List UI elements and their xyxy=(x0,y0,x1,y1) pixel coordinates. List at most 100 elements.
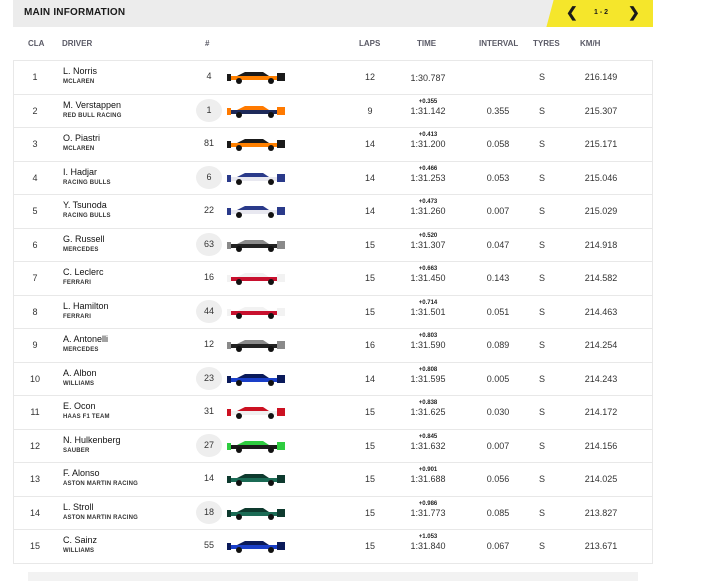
time-cell: +0.413 1:31.200 xyxy=(399,132,457,149)
table-row[interactable]: 14 L. Stroll ASTON MARTIN RACING 18 15 +0.986… xyxy=(14,495,652,530)
car-number: 22 xyxy=(203,205,214,215)
car-icon xyxy=(227,340,285,352)
gap-value: +0.413 xyxy=(418,132,438,138)
team-name: MERCEDES xyxy=(63,246,99,253)
driver-cell[interactable]: L. Hamilton FERRARI xyxy=(63,301,109,320)
table-row[interactable]: 8 L. Hamilton FERRARI 44 15 +0.714 1:31.501 0.0… xyxy=(14,294,652,329)
interval: 0.030 xyxy=(486,407,510,417)
chevron-right-icon[interactable]: ❯ xyxy=(628,4,640,21)
driver-cell[interactable]: N. Hulkenberg SAUBER xyxy=(63,435,121,454)
col-number: # xyxy=(205,39,210,48)
table-row[interactable]: 7 C. Leclerc FERRARI 16 15 +0.663 1:31.450 0.14… xyxy=(14,261,652,295)
driver-cell[interactable]: C. Sainz WILLIAMS xyxy=(63,535,97,554)
car-icon xyxy=(227,105,285,118)
results-table: 1 L. Norris MCLAREN 4 12 1:30.787 S 216.149 2 M. … xyxy=(13,60,653,564)
driver-cell[interactable]: E. Ocon HAAS F1 TEAM xyxy=(63,401,110,420)
position: 3 xyxy=(32,139,38,149)
tyre-compound: S xyxy=(538,139,545,149)
car-icon xyxy=(227,440,285,453)
driver-cell[interactable]: F. Alonso ASTON MARTIN RACING xyxy=(63,468,138,487)
interval: 0.007 xyxy=(486,206,510,216)
tyre-compound: S xyxy=(538,541,545,551)
col-kmh: KM/H xyxy=(580,39,601,48)
car-icon xyxy=(227,206,285,218)
tyre-compound: S xyxy=(538,340,545,350)
table-row[interactable]: 10 A. Albon WILLIAMS 23 14 +0.808 1:31.595 0.00… xyxy=(14,361,652,396)
driver-name: E. Ocon xyxy=(63,401,96,411)
car-number: 23 xyxy=(196,366,222,390)
car-icon xyxy=(227,72,285,84)
driver-cell[interactable]: L. Stroll ASTON MARTIN RACING xyxy=(63,502,138,521)
pager-label: 1 - 2 xyxy=(594,9,609,16)
car-number: 4 xyxy=(206,71,212,81)
tyre-compound: S xyxy=(538,105,545,116)
driver-cell[interactable]: M. Verstappen RED BULL RACING xyxy=(63,100,122,119)
chevron-left-icon[interactable]: ❮ xyxy=(566,4,578,21)
team-name: RACING BULLS xyxy=(63,213,111,219)
speed-kmh: 214.156 xyxy=(584,440,618,451)
driver-cell[interactable]: O. Piastri MCLAREN xyxy=(63,133,100,152)
table-row[interactable]: 9 A. Antonelli MERCEDES 12 16 +0.803 1:31.590 0… xyxy=(14,328,652,362)
driver-name: A. Antonelli xyxy=(63,334,109,344)
driver-name: Y. Tsunoda xyxy=(63,200,107,210)
table-row[interactable]: 11 E. Ocon HAAS F1 TEAM 31 15 +0.838 1:31.625 0… xyxy=(14,395,652,429)
position: 14 xyxy=(29,507,40,518)
gap-value: +0.986 xyxy=(418,500,438,507)
interval: 0.143 xyxy=(486,273,510,283)
table-row[interactable]: 2 M. Verstappen RED BULL RACING 1 9 +0.355 1:3… xyxy=(14,93,652,128)
speed-kmh: 214.172 xyxy=(584,407,618,417)
team-name: SAUBER xyxy=(63,447,90,454)
interval: 0.067 xyxy=(486,541,510,551)
tyre-compound: S xyxy=(538,440,545,451)
laps: 15 xyxy=(364,407,375,417)
interval: 0.047 xyxy=(486,239,510,250)
time-cell: +0.466 1:31.253 xyxy=(399,166,457,183)
team-name: WILLIAMS xyxy=(63,380,95,387)
interval: 0.007 xyxy=(486,440,510,451)
time-cell: +0.808 1:31.595 xyxy=(399,367,457,384)
gap-value: +0.355 xyxy=(418,98,438,105)
col-time: TIME xyxy=(417,39,437,48)
tyre-compound: S xyxy=(538,239,545,250)
driver-cell[interactable]: Y. Tsunoda RACING BULLS xyxy=(63,200,111,219)
interval: 0.053 xyxy=(486,172,510,183)
car-icon xyxy=(227,407,285,419)
time-cell: +0.473 1:31.260 xyxy=(399,199,457,216)
driver-cell[interactable]: L. Norris MCLAREN xyxy=(63,66,97,85)
lap-time: 1:31.307 xyxy=(410,239,446,250)
section-header: MAIN INFORMATION ❮ 1 - 2 ❯ xyxy=(13,0,653,27)
laps: 15 xyxy=(364,474,375,484)
laps: 14 xyxy=(364,172,375,183)
table-row[interactable]: 1 L. Norris MCLAREN 4 12 1:30.787 S 216.149 xyxy=(14,60,652,94)
car-number: 6 xyxy=(196,165,222,189)
laps: 15 xyxy=(364,507,375,518)
position: 6 xyxy=(32,239,38,250)
driver-cell[interactable]: G. Russell MERCEDES xyxy=(63,234,105,253)
driver-cell[interactable]: C. Leclerc FERRARI xyxy=(63,267,104,286)
position: 15 xyxy=(29,541,40,551)
position: 8 xyxy=(32,306,38,317)
speed-kmh: 214.463 xyxy=(584,306,618,317)
lap-time: 1:31.688 xyxy=(410,474,446,484)
lap-time: 1:31.625 xyxy=(410,407,446,417)
gap-value: +0.520 xyxy=(418,232,438,239)
driver-name: F. Alonso xyxy=(63,468,100,478)
driver-cell[interactable]: I. Hadjar RACING BULLS xyxy=(63,167,111,186)
table-row[interactable]: 4 I. Hadjar RACING BULLS 6 14 +0.466 1:31.253 0… xyxy=(14,160,652,195)
table-row[interactable]: 15 C. Sainz WILLIAMS 55 15 +1.053 1:31.840 0.06… xyxy=(14,529,652,564)
laps: 9 xyxy=(367,105,373,116)
table-row[interactable]: 5 Y. Tsunoda RACING BULLS 22 14 +0.473 1:31.26… xyxy=(14,194,652,228)
speed-kmh: 215.029 xyxy=(584,206,618,216)
team-name: RED BULL RACING xyxy=(63,112,122,119)
table-row[interactable]: 3 O. Piastri MCLAREN 81 14 +0.413 1:31.200 0.05… xyxy=(14,127,652,161)
table-row[interactable]: 12 N. Hulkenberg SAUBER 27 15 +0.845 1:31.632 0… xyxy=(14,428,652,463)
speed-kmh: 214.025 xyxy=(584,474,618,484)
driver-cell[interactable]: A. Albon WILLIAMS xyxy=(63,368,97,387)
table-row[interactable]: 6 G. Russell MERCEDES 63 15 +0.520 1:31.307 0.0… xyxy=(14,227,652,262)
position: 12 xyxy=(29,440,40,451)
interval: 0.051 xyxy=(486,306,510,317)
position: 4 xyxy=(32,172,38,183)
driver-cell[interactable]: A. Antonelli MERCEDES xyxy=(63,334,108,353)
table-row[interactable]: 13 F. Alonso ASTON MARTIN RACING 14 15 +0.901… xyxy=(14,462,652,496)
laps: 14 xyxy=(364,139,375,149)
